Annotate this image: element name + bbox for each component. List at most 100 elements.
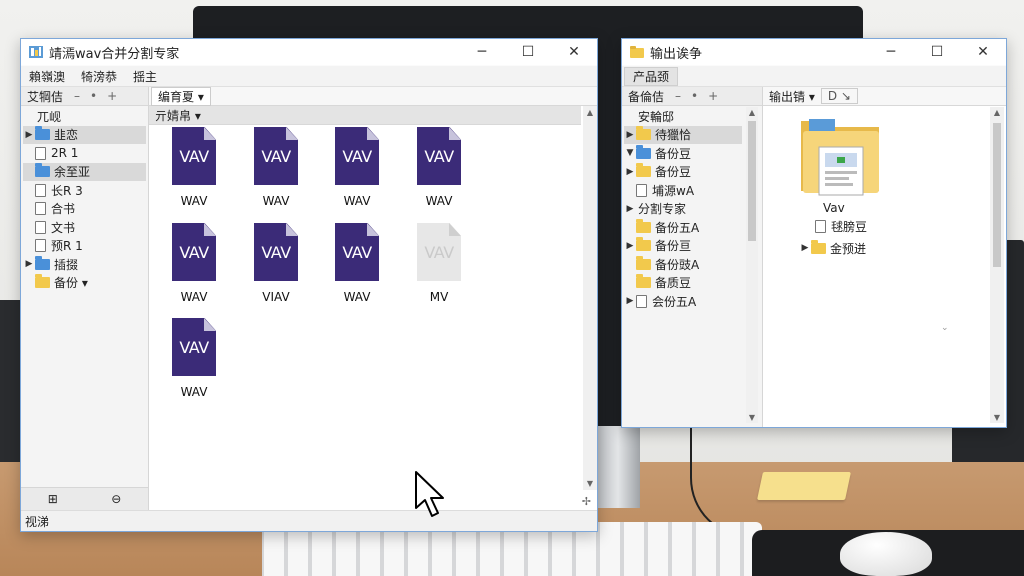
wav-file[interactable]: VAV WAV xyxy=(159,127,229,211)
tree-item[interactable]: ▶ 分割专家 xyxy=(624,200,742,219)
expand-arrow-icon[interactable]: ▶ xyxy=(799,243,811,253)
tree-item[interactable]: 余至亚 xyxy=(23,162,146,181)
preview-item-2[interactable]: ▶ 金预迸 xyxy=(799,239,866,258)
menu-item-2[interactable]: 犄滂恭 xyxy=(73,68,125,85)
add-button[interactable]: + xyxy=(102,89,122,103)
output-content-scrollbar[interactable]: ▲ ▼ xyxy=(990,107,1004,423)
folder-icon xyxy=(35,255,50,270)
wav-file[interactable]: VAV WAV xyxy=(241,127,311,211)
wav-file[interactable]: VAV VIAV xyxy=(241,223,311,307)
tree-item-label: 长R 3 xyxy=(51,183,83,198)
tree-item-label: 备份亘 xyxy=(655,239,692,254)
collapse-button[interactable]: – xyxy=(69,89,85,103)
expand-arrow-icon[interactable]: ▶ xyxy=(624,241,636,251)
minimize-button[interactable]: ─ xyxy=(459,39,505,65)
output-maximize-button[interactable]: ☐ xyxy=(914,39,960,65)
output-collapse-button[interactable]: – xyxy=(670,89,686,103)
output-content-scroll-thumb[interactable] xyxy=(993,123,1001,267)
expand-arrow-icon[interactable]: ▶ xyxy=(624,296,636,306)
tree-item[interactable]: ▶ 插掇 xyxy=(23,255,146,274)
output-menu-item[interactable]: 产品颈 xyxy=(624,66,679,86)
output-view-dropdown[interactable]: 输出锖 ▾ xyxy=(763,88,821,105)
nav-pane-title: 艾犅佶 xyxy=(27,89,64,104)
preview-item-1[interactable]: 毬膀豆 xyxy=(815,217,867,236)
expand-arrow-icon[interactable]: ▶ xyxy=(23,259,35,269)
output-folder-tree: 安輪邸 ▶ 待獵恰 ▼ 备份豆 ▶ 备份豆 埔源wA ▶ 分割专家 备份五A ▶ 备份亘 备份豉A 备质豆 ▶… xyxy=(624,107,742,311)
wav-icon-text: VAV xyxy=(261,243,291,262)
wav-file[interactable]: VAV WAV xyxy=(159,318,229,402)
expand-arrow-icon[interactable]: ▶ xyxy=(23,130,35,140)
tree-item[interactable]: 安輪邸 xyxy=(624,107,742,126)
tree-item[interactable]: ▶ 韭恋 xyxy=(23,125,146,144)
folder-icon xyxy=(35,274,50,289)
tree-item-label: 合书 xyxy=(51,202,76,217)
output-add-button[interactable]: + xyxy=(703,89,723,103)
tree-item[interactable]: 兀岘 xyxy=(23,107,146,126)
tree-item[interactable]: 备份五A xyxy=(624,218,742,237)
scroll-down-arrow[interactable]: ▼ xyxy=(583,479,597,488)
output-content-scroll-down[interactable]: ▼ xyxy=(990,413,1004,422)
collapse-arrow-icon[interactable]: ▼ xyxy=(624,148,636,158)
tree-item[interactable]: 备份豉A xyxy=(624,255,742,274)
wav-file[interactable]: VAV WAV xyxy=(322,223,392,307)
scroll-up-arrow[interactable]: ▲ xyxy=(583,108,597,117)
output-window: 输出诶争 ─ ☐ ✕ 产品颈 备倫佶 – • + 安輪邸 ▶ 待獵恰 ▼ 备份豆 ▶ 备份豆… xyxy=(621,38,1007,428)
tree-item[interactable]: ▼ 备份豆 xyxy=(624,144,742,163)
expand-arrow-icon[interactable]: ▶ xyxy=(624,167,636,177)
tree-item-label: 安輪邸 xyxy=(638,109,675,124)
nav-pane-header: 艾犅佶 – • + xyxy=(21,87,148,106)
output-tree-scroll-down[interactable]: ▼ xyxy=(746,413,758,422)
expand-arrow-icon[interactable]: ▶ xyxy=(624,130,636,140)
folder-icon xyxy=(636,237,651,252)
tree-item[interactable]: ▶ 备份亘 xyxy=(624,237,742,256)
refresh-icon[interactable]: ⊖ xyxy=(111,492,121,506)
output-minimize-button[interactable]: ─ xyxy=(868,39,914,65)
menu-item-3[interactable]: 揺主 xyxy=(125,68,165,85)
layout-icon[interactable]: ⊞ xyxy=(48,492,58,506)
content-scrollbar[interactable]: ▲ ▼ xyxy=(583,106,597,490)
output-tree-scrollbar[interactable]: ▲ ▼ xyxy=(746,107,758,423)
main-window-titlebar[interactable]: 靖漹wav合并分割专家 ─ ☐ ✕ xyxy=(21,39,597,65)
sort-dropdown[interactable]: 亓婧帛 ▾ xyxy=(149,107,207,124)
maximize-button[interactable]: ☐ xyxy=(505,39,551,65)
wav-file-icon: VAV xyxy=(335,127,379,185)
output-tree-scroll-thumb[interactable] xyxy=(748,121,756,241)
menu-item-1[interactable]: 賴嶺澳 xyxy=(21,68,73,85)
wav-file[interactable]: VAV WAV xyxy=(159,223,229,307)
output-close-button[interactable]: ✕ xyxy=(960,39,1006,65)
tree-item[interactable]: 长R 3 xyxy=(23,181,146,200)
tree-item[interactable]: ▶ 待獵恰 xyxy=(624,125,742,144)
output-content-scroll-up[interactable]: ▲ xyxy=(990,108,1004,117)
tree-item[interactable]: 备质豆 xyxy=(624,274,742,293)
tree-item-label: 备份五A xyxy=(655,220,700,235)
tree-item[interactable]: ▶ 备份豆 xyxy=(624,163,742,182)
tree-item[interactable]: 备份 ▾ xyxy=(23,274,146,293)
wav-file-label: WAV xyxy=(180,290,208,304)
tree-item[interactable]: ▶ 会份五A xyxy=(624,292,742,311)
expand-arrow-icon[interactable]: ▶ xyxy=(624,204,636,214)
output-folder-preview[interactable] xyxy=(799,113,883,199)
tree-item[interactable]: 埔源wA xyxy=(624,181,742,200)
output-window-titlebar[interactable]: 输出诶争 ─ ☐ ✕ xyxy=(622,39,1006,65)
tree-item[interactable]: 合书 xyxy=(23,200,146,219)
tree-item[interactable]: 预R 1 xyxy=(23,237,146,256)
wav-icon-text: VAV xyxy=(261,147,291,166)
tree-item-label: 兀岘 xyxy=(37,109,62,124)
wav-file[interactable]: VAV MV xyxy=(404,223,474,307)
wav-file-icon: VAV xyxy=(172,127,216,185)
dot-button[interactable]: • xyxy=(85,89,102,103)
resize-grip-icon[interactable]: ✢ xyxy=(582,495,591,508)
output-toolbar-button[interactable]: D ↘ xyxy=(820,88,858,104)
output-tree-scroll-up[interactable]: ▲ xyxy=(746,108,758,117)
preview-item-2-label: 金预迸 xyxy=(830,241,867,256)
wav-file-icon: VAV xyxy=(172,223,216,281)
wav-file-label: VIAV xyxy=(262,290,290,304)
folder-icon xyxy=(636,163,651,178)
close-button[interactable]: ✕ xyxy=(551,39,597,65)
tree-item[interactable]: 文书 xyxy=(23,218,146,237)
wav-file[interactable]: VAV WAV xyxy=(404,127,474,211)
wav-file[interactable]: VAV WAV xyxy=(322,127,392,211)
output-dot-button[interactable]: • xyxy=(686,89,703,103)
tree-item[interactable]: 2R 1 xyxy=(23,144,146,163)
view-dropdown[interactable]: 编育夏 ▾ xyxy=(151,86,211,106)
